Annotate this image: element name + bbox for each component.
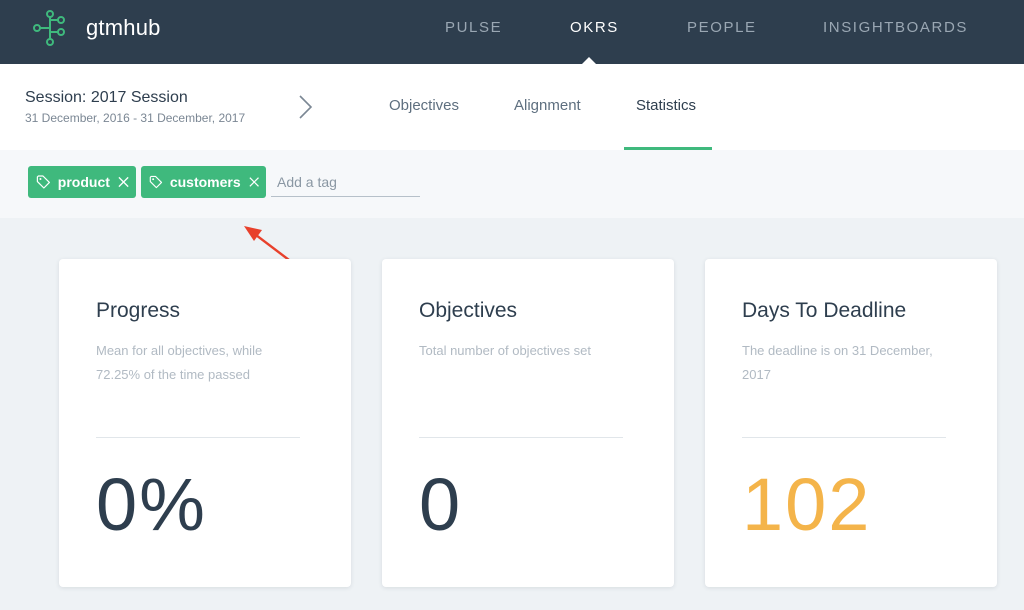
- card-description: The deadline is on 31 December, 2017: [742, 343, 933, 382]
- card-title: Objectives: [419, 299, 518, 322]
- objectives-card: Objectives Total number of objectives se…: [382, 259, 674, 587]
- top-navbar: gtmhub PULSE OKRS PEOPLE INSIGHTBOARDS: [0, 0, 1024, 64]
- active-nav-indicator: [582, 57, 596, 64]
- tag-icon: [36, 175, 51, 189]
- objectives-count-value: 0: [419, 463, 463, 546]
- nav-item-people[interactable]: PEOPLE: [687, 19, 757, 36]
- session-title[interactable]: Session: 2017 Session: [25, 89, 188, 107]
- tag-chip-customers[interactable]: customers: [141, 166, 266, 198]
- progress-value: 0%: [96, 463, 207, 546]
- card-divider: [96, 437, 300, 438]
- chevron-right-icon[interactable]: [296, 94, 314, 120]
- tag-label: customers: [169, 174, 241, 190]
- tag-label: product: [57, 174, 110, 190]
- progress-card: Progress Mean for all objectives, while …: [59, 259, 351, 587]
- tab-statistics[interactable]: Statistics: [636, 97, 696, 114]
- logo-icon[interactable]: [32, 10, 68, 46]
- tag-icon: [149, 175, 163, 189]
- days-to-deadline-card: Days To Deadline The deadline is on 31 D…: [705, 259, 997, 587]
- card-divider: [742, 437, 946, 438]
- tag-filter-bar: product customers: [0, 150, 1024, 218]
- card-description: Mean for all objectives, while 72.25% of…: [96, 343, 263, 382]
- card-title: Days To Deadline: [742, 299, 907, 322]
- tab-alignment[interactable]: Alignment: [514, 97, 581, 114]
- nav-item-okrs[interactable]: OKRS: [570, 19, 619, 36]
- card-description: Total number of objectives set: [419, 343, 591, 358]
- close-icon[interactable]: [249, 176, 259, 188]
- card-title: Progress: [96, 299, 181, 322]
- close-icon[interactable]: [118, 176, 129, 188]
- brand-name[interactable]: gtmhub: [86, 15, 161, 41]
- session-dates: 31 December, 2016 - 31 December, 2017: [25, 111, 246, 125]
- nav-item-pulse[interactable]: PULSE: [445, 19, 502, 36]
- add-tag-input[interactable]: [271, 168, 420, 197]
- tab-objectives[interactable]: Objectives: [389, 97, 459, 114]
- nav-item-insightboards[interactable]: INSIGHTBOARDS: [823, 19, 968, 36]
- days-to-deadline-value: 102: [742, 463, 872, 546]
- card-divider: [419, 437, 623, 438]
- session-header: Session: 2017 Session 31 December, 2016 …: [0, 64, 1024, 150]
- tag-chip-product[interactable]: product: [28, 166, 136, 198]
